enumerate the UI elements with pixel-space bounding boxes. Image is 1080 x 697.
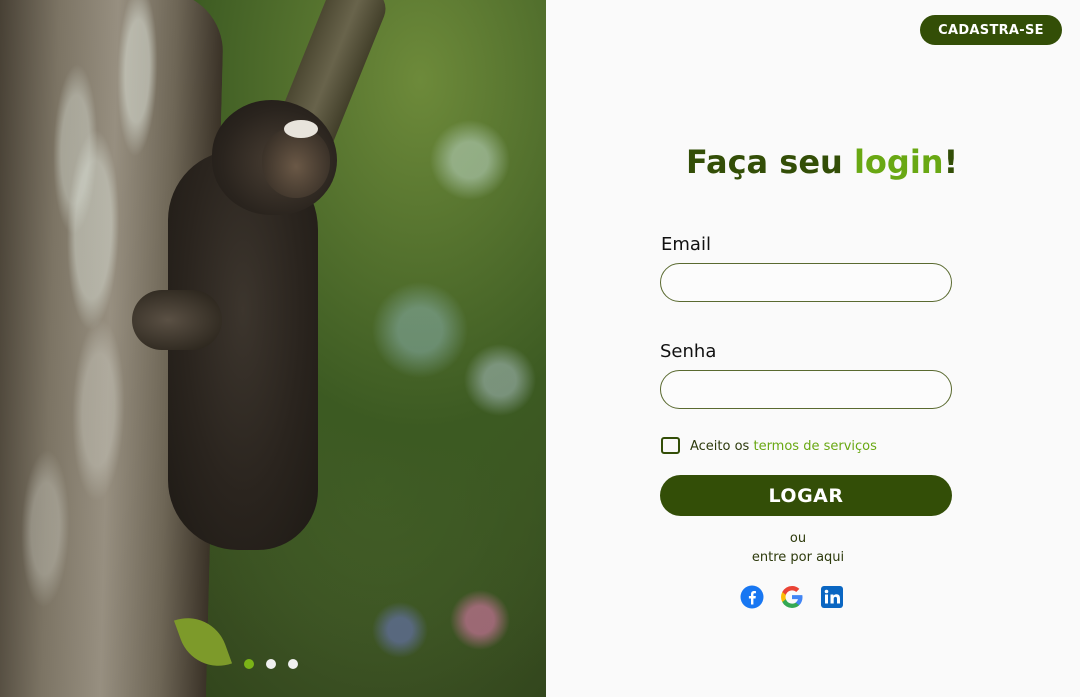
password-label: Senha [660, 341, 717, 362]
terms-row: Aceito os termos de serviços [661, 437, 877, 454]
login-button[interactable]: LOGAR [660, 475, 952, 516]
terms-prefix: Aceito os [690, 439, 754, 454]
carousel-dots [244, 659, 298, 669]
terms-link[interactable]: termos de serviços [753, 439, 876, 454]
social-login-row [740, 585, 844, 609]
email-field[interactable] [660, 263, 952, 302]
title-suffix: ! [943, 143, 959, 181]
facebook-icon[interactable] [740, 585, 764, 609]
photo-marmoset-blaze [284, 120, 318, 138]
photo-marmoset-arm [132, 290, 222, 350]
register-button[interactable]: CADASTRA-SE [920, 15, 1062, 45]
carousel-dot-2[interactable] [266, 659, 276, 669]
hero-photo [0, 0, 546, 697]
google-icon[interactable] [780, 585, 804, 609]
title-prefix: Faça seu [686, 143, 854, 181]
or-text: ou [789, 531, 807, 546]
terms-text: Aceito os termos de serviços [690, 439, 877, 454]
alt-login-text: entre por aqui [751, 550, 845, 565]
photo-marmoset-face [262, 128, 330, 198]
linkedin-icon[interactable] [820, 585, 844, 609]
page-title: Faça seu login! [686, 143, 958, 181]
password-field[interactable] [660, 370, 952, 409]
terms-checkbox[interactable] [661, 437, 680, 454]
email-label: Email [661, 234, 711, 255]
carousel-dot-1[interactable] [244, 659, 254, 669]
carousel-dot-3[interactable] [288, 659, 298, 669]
title-accent: login [853, 143, 944, 181]
